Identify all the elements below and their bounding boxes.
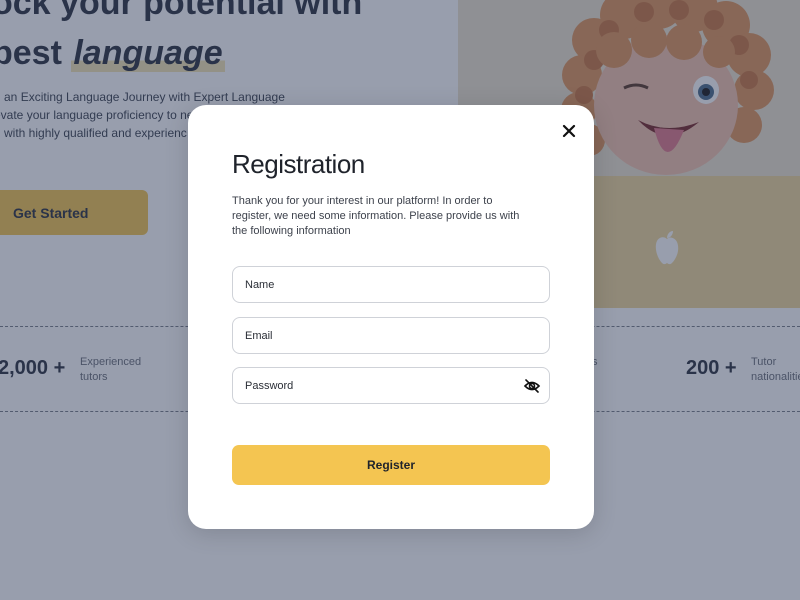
email-input[interactable] — [233, 318, 549, 353]
modal-description: Thank you for your interest in our platf… — [232, 194, 532, 239]
name-input[interactable] — [233, 267, 549, 302]
registration-modal: Registration Thank you for your interest… — [188, 105, 594, 529]
password-field — [232, 367, 550, 404]
name-field — [232, 266, 550, 303]
modal-description-line: the following information — [232, 225, 351, 237]
modal-description-line: Thank you for your interest in our platf… — [232, 195, 493, 207]
email-field — [232, 317, 550, 354]
register-button[interactable]: Register — [232, 445, 550, 485]
eye-off-icon[interactable] — [523, 377, 541, 395]
close-icon[interactable] — [560, 122, 578, 140]
password-input[interactable] — [233, 368, 549, 403]
modal-title: Registration — [232, 149, 365, 179]
modal-description-line: register, we need some information. Plea… — [232, 210, 520, 222]
